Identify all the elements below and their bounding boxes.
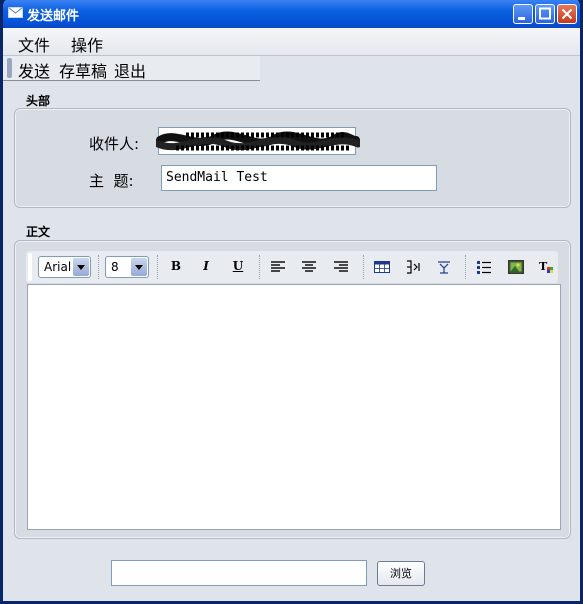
toolbar-separator <box>465 255 467 279</box>
menu-file[interactable]: 文件 <box>18 32 50 56</box>
toolbar-separator <box>98 255 100 279</box>
attachment-path-input[interactable] <box>111 560 367 586</box>
close-icon <box>561 8 573 20</box>
exit-button[interactable]: 退出 <box>114 58 146 82</box>
close-button[interactable] <box>557 4 577 24</box>
toolbar-separator <box>259 255 261 279</box>
send-mail-window: 发送邮件 文件 操作 发送 存草稿 退出 头部 收件人: 主 题: SendMa… <box>0 0 583 604</box>
maximize-button[interactable] <box>535 4 555 24</box>
minimize-button[interactable] <box>513 4 533 24</box>
underline-button[interactable]: U <box>229 259 247 275</box>
bullet-list-icon[interactable] <box>475 259 493 275</box>
redacted-recipient-scribble <box>156 131 360 151</box>
menu-operations[interactable]: 操作 <box>71 32 103 56</box>
header-section-label: 头部 <box>26 94 51 108</box>
envelope-icon <box>8 7 23 18</box>
subject-input[interactable]: SendMail Test <box>161 165 437 191</box>
font-size-value: 8 <box>111 260 119 274</box>
save-draft-button[interactable]: 存草稿 <box>59 58 107 82</box>
insert-image-icon[interactable] <box>507 259 525 275</box>
subject-label: 主 题: <box>89 172 134 190</box>
align-left-icon[interactable] <box>269 259 287 275</box>
table-row-icon[interactable] <box>435 259 453 275</box>
title-bar[interactable]: 发送邮件 <box>3 0 580 28</box>
insert-table-icon[interactable] <box>373 259 391 275</box>
body-section-label: 正文 <box>26 225 51 239</box>
send-button[interactable]: 发送 <box>18 58 50 82</box>
recipient-label: 收件人: <box>89 135 140 153</box>
svg-text:T: T <box>539 260 548 273</box>
table-column-icon[interactable] <box>404 259 422 275</box>
toolbar: 发送 存草稿 退出 <box>3 56 260 81</box>
bold-button[interactable]: B <box>167 259 185 275</box>
toolbar-grip[interactable] <box>7 58 12 78</box>
toolbar-separator <box>157 255 159 279</box>
font-family-value: Arial <box>44 260 72 274</box>
formatting-toolbar: Arial 8 B I U T <box>26 251 558 283</box>
browse-button[interactable]: 浏览 <box>377 561 425 586</box>
subject-value: SendMail Test <box>166 170 268 185</box>
font-size-select[interactable]: 8 <box>105 256 149 278</box>
maximize-icon <box>539 7 551 20</box>
align-center-icon[interactable] <box>300 259 318 275</box>
chevron-down-icon <box>131 258 147 276</box>
menu-bar: 文件 操作 <box>3 28 580 56</box>
minimize-icon <box>518 17 525 20</box>
align-right-icon[interactable] <box>332 259 350 275</box>
header-panel <box>14 108 571 208</box>
font-family-select[interactable]: Arial <box>38 256 91 278</box>
chevron-down-icon <box>73 258 89 276</box>
toolbar-separator <box>363 255 365 279</box>
italic-button[interactable]: I <box>197 259 215 275</box>
window-title: 发送邮件 <box>27 9 80 24</box>
message-body-editor[interactable] <box>27 284 561 530</box>
formatting-toolbar-grip[interactable] <box>28 253 32 281</box>
text-color-icon[interactable]: T <box>538 259 556 275</box>
